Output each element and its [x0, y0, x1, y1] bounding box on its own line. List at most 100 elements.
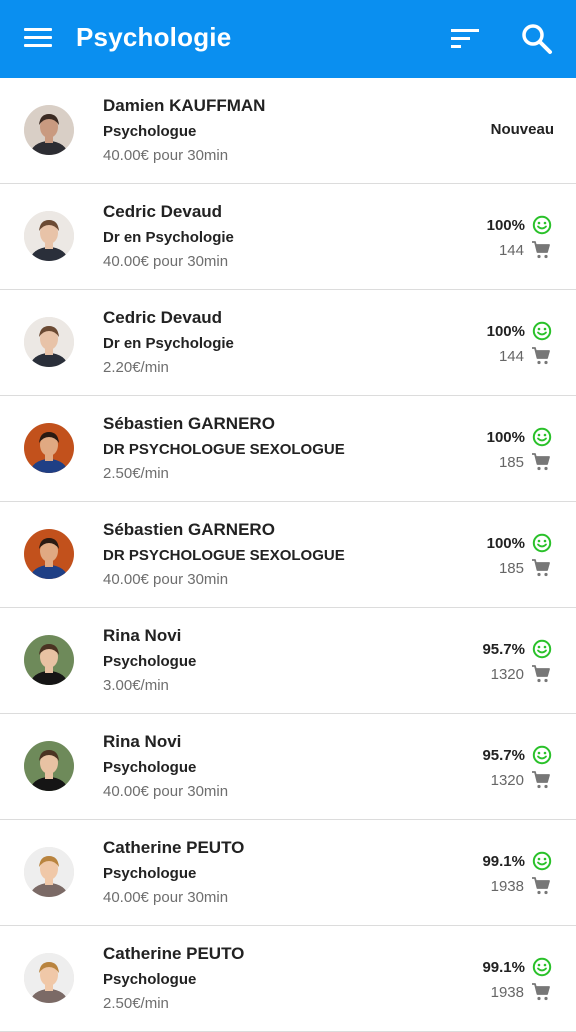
- new-badge: Nouveau: [490, 121, 554, 138]
- cart-icon: [531, 664, 551, 684]
- cart-icon: [531, 558, 551, 578]
- rating-value: 100%: [486, 428, 525, 446]
- filter-icon[interactable]: [448, 26, 482, 52]
- expert-row[interactable]: Sébastien GARNERO DR PSYCHOLOGUE SEXOLOG…: [0, 502, 576, 608]
- page-title: Psychologie: [76, 22, 232, 52]
- rating: 100%: [487, 215, 552, 235]
- rating: 99.1%: [482, 957, 552, 977]
- cart-icon: [531, 346, 551, 366]
- expert-specialty: Dr en Psychologie: [103, 335, 234, 352]
- rating: 100%: [487, 427, 552, 447]
- avatar: [24, 529, 74, 579]
- expert-name: Catherine PEUTO: [103, 944, 245, 963]
- expert-name: Cedric Devaud: [103, 308, 223, 327]
- expert-row[interactable]: Rina Novi Psychologue 40.00€ pour 30min …: [0, 714, 576, 820]
- expert-specialty: Psychologue: [103, 759, 197, 776]
- cart-icon: [531, 770, 551, 790]
- sales-count: 1938: [491, 982, 551, 1002]
- sales-count: 144: [499, 346, 551, 366]
- sales-count: 185: [499, 452, 551, 472]
- cart-icon: [531, 452, 551, 472]
- rating: 100%: [487, 321, 552, 341]
- expert-price: 40.00€ pour 30min: [103, 147, 229, 164]
- sales-value: 144: [498, 241, 524, 259]
- avatar: [24, 847, 74, 897]
- expert-specialty: Psychologue: [103, 865, 197, 882]
- expert-specialty: Dr en Psychologie: [103, 229, 234, 246]
- sales-value: 1938: [490, 877, 524, 895]
- expert-name: Rina Novi: [103, 626, 182, 645]
- rating-value: 100%: [486, 322, 525, 340]
- expert-row[interactable]: Cedric Devaud Dr en Psychologie 2.20€/mi…: [0, 290, 576, 396]
- expert-name: Cedric Devaud: [103, 202, 223, 221]
- smile-icon: [532, 427, 552, 447]
- cart-icon: [531, 982, 551, 1002]
- expert-row[interactable]: Cedric Devaud Dr en Psychologie 40.00€ p…: [0, 184, 576, 290]
- expert-specialty: DR PSYCHOLOGUE SEXOLOGUE: [103, 441, 345, 458]
- expert-specialty: Psychologue: [103, 653, 197, 670]
- smile-icon: [532, 533, 552, 553]
- expert-price: 2.20€/min: [103, 359, 169, 376]
- cart-icon: [531, 876, 551, 896]
- rating-value: 95.7%: [482, 746, 525, 764]
- menu-icon[interactable]: [24, 26, 52, 50]
- smile-icon: [532, 745, 552, 765]
- rating: 99.1%: [482, 851, 552, 871]
- expert-name: Sébastien GARNERO: [103, 520, 275, 539]
- expert-price: 40.00€ pour 30min: [103, 253, 229, 270]
- sales-count: 1938: [491, 876, 551, 896]
- avatar: [24, 211, 74, 261]
- expert-specialty: Psychologue: [103, 971, 197, 988]
- sales-count: 1320: [491, 770, 551, 790]
- expert-row[interactable]: Sébastien GARNERO DR PSYCHOLOGUE SEXOLOG…: [0, 396, 576, 502]
- avatar: [24, 317, 74, 367]
- cart-icon: [531, 240, 551, 260]
- avatar: [24, 741, 74, 791]
- sales-count: 185: [499, 558, 551, 578]
- smile-icon: [532, 215, 552, 235]
- expert-specialty: DR PSYCHOLOGUE SEXOLOGUE: [103, 547, 345, 564]
- smile-icon: [532, 957, 552, 977]
- smile-icon: [532, 639, 552, 659]
- expert-name: Sébastien GARNERO: [103, 414, 275, 433]
- sales-value: 1938: [490, 983, 524, 1001]
- expert-price: 2.50€/min: [103, 465, 169, 482]
- rating-value: 100%: [486, 216, 525, 234]
- avatar: [24, 105, 74, 155]
- rating-value: 95.7%: [482, 640, 525, 658]
- rating-value: 100%: [486, 534, 525, 552]
- expert-row[interactable]: Catherine PEUTO Psychologue 40.00€ pour …: [0, 820, 576, 926]
- expert-price: 2.50€/min: [103, 995, 169, 1012]
- expert-price: 40.00€ pour 30min: [103, 571, 229, 588]
- expert-price: 40.00€ pour 30min: [103, 889, 229, 906]
- expert-list: Damien KAUFFMAN Psychologue 40.00€ pour …: [0, 78, 576, 1032]
- expert-row[interactable]: Damien KAUFFMAN Psychologue 40.00€ pour …: [0, 78, 576, 184]
- rating-value: 99.1%: [482, 958, 525, 976]
- sales-value: 185: [498, 559, 524, 577]
- sales-count: 144: [499, 240, 551, 260]
- rating-value: 99.1%: [482, 852, 525, 870]
- rating: 100%: [487, 533, 552, 553]
- expert-name: Damien KAUFFMAN: [103, 96, 266, 115]
- smile-icon: [532, 321, 552, 341]
- sales-value: 1320: [490, 771, 524, 789]
- rating: 95.7%: [482, 639, 552, 659]
- expert-name: Rina Novi: [103, 732, 182, 751]
- sales-count: 1320: [491, 664, 551, 684]
- rating: 95.7%: [482, 745, 552, 765]
- smile-icon: [532, 851, 552, 871]
- app-bar: Psychologie: [0, 0, 576, 78]
- sales-value: 1320: [490, 665, 524, 683]
- avatar: [24, 635, 74, 685]
- avatar: [24, 423, 74, 473]
- sales-value: 185: [498, 453, 524, 471]
- expert-row[interactable]: Catherine PEUTO Psychologue 2.50€/min 99…: [0, 926, 576, 1032]
- search-icon[interactable]: [520, 22, 554, 56]
- expert-price: 3.00€/min: [103, 677, 169, 694]
- expert-specialty: Psychologue: [103, 123, 197, 140]
- expert-name: Catherine PEUTO: [103, 838, 245, 857]
- avatar: [24, 953, 74, 1003]
- expert-row[interactable]: Rina Novi Psychologue 3.00€/min 95.7% 13…: [0, 608, 576, 714]
- expert-price: 40.00€ pour 30min: [103, 783, 229, 800]
- sales-value: 144: [498, 347, 524, 365]
